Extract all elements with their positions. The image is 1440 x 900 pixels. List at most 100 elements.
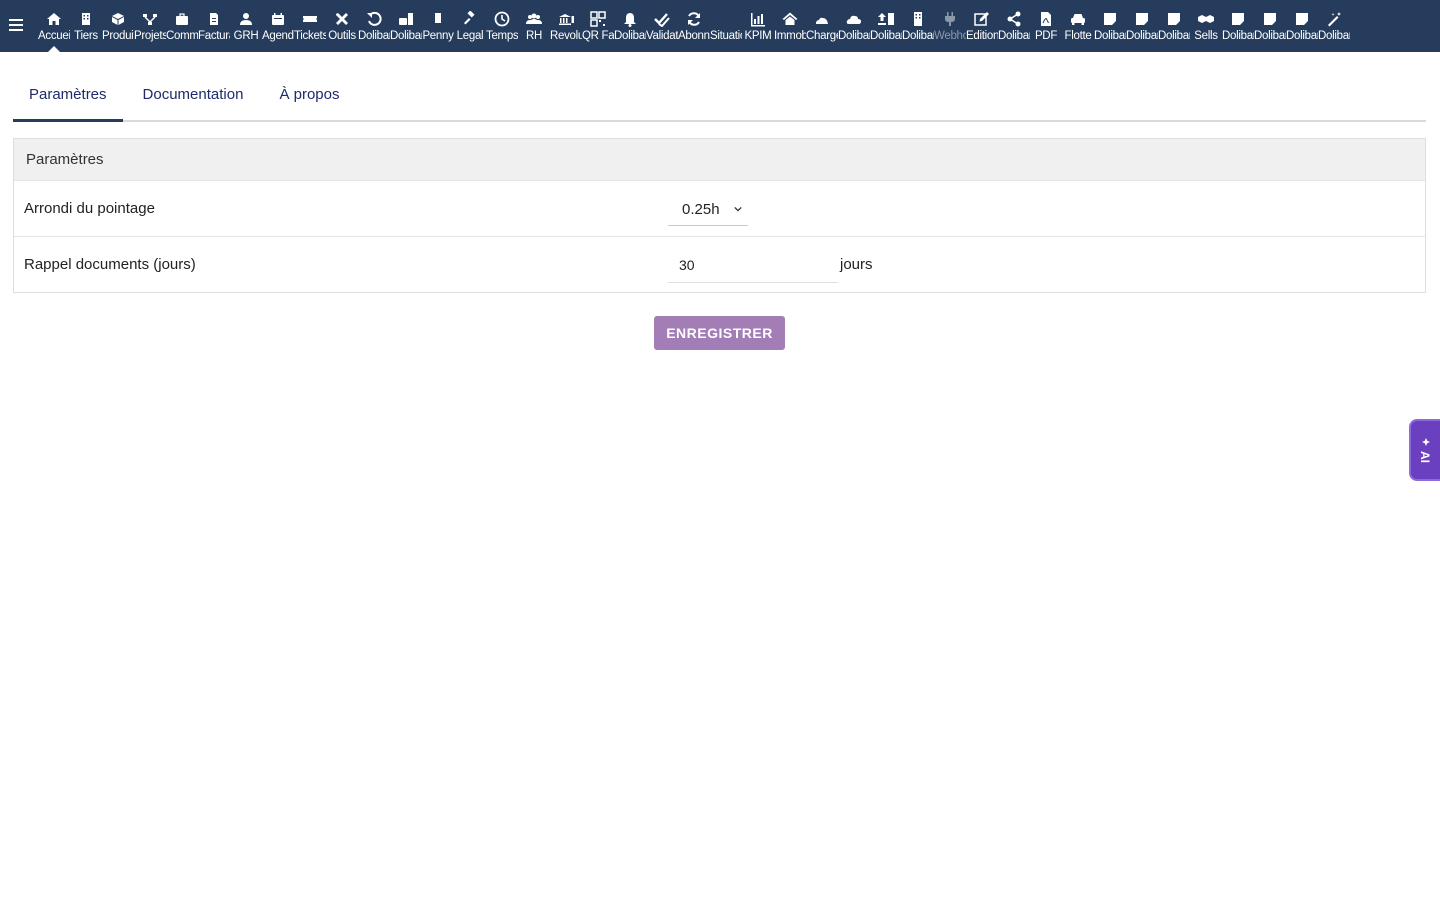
plug-icon [942, 0, 958, 30]
menu-item[interactable]: Dolibarr [998, 0, 1030, 52]
menu-item-label: Dolibarr [1318, 30, 1350, 42]
menu-item[interactable]: Immobilier [774, 0, 806, 52]
tab-bar: Paramètres Documentation À propos [13, 70, 1426, 122]
menu-item[interactable]: Revolut [550, 0, 582, 52]
menu-item[interactable]: Legal [454, 0, 486, 52]
users-icon [526, 0, 542, 30]
menu-item-label: RH [525, 30, 542, 42]
menu-item[interactable]: GRH [230, 0, 262, 52]
menu-item[interactable]: Dolibarr [1126, 0, 1158, 52]
menu-item-label: Dolibarr [614, 30, 646, 42]
menu-item[interactable]: Dolibarr [838, 0, 870, 52]
menu-item-label: Penny [422, 30, 454, 42]
menu-item-label: Agenda [262, 30, 294, 42]
menu-item[interactable]: Abonnements [678, 0, 710, 52]
menu-item-label: Temps [486, 30, 518, 42]
menu-item[interactable]: Situations [710, 0, 742, 52]
chevron-down-icon [734, 206, 742, 212]
share-icon [1006, 0, 1022, 30]
menu-item-label: Facturation [198, 30, 230, 42]
save-button[interactable]: ENREGISTRER [654, 316, 785, 350]
menu-item[interactable]: Dolibarr [902, 0, 934, 52]
invoice-icon [206, 0, 222, 30]
reminder-days-input[interactable] [668, 247, 838, 283]
handshake-icon [1198, 0, 1214, 30]
menu-item-label: Charges [806, 30, 838, 42]
menu-item[interactable]: Flotte [1062, 0, 1094, 52]
ai-assistant-tab[interactable]: AI [1409, 419, 1440, 481]
menu-item[interactable]: Facturation [198, 0, 230, 52]
home-icon [46, 0, 62, 30]
note-icon [1262, 0, 1278, 30]
note-icon [1230, 0, 1246, 30]
settings-panel: Paramètres Arrondi du pointage 0.25h Rap… [13, 138, 1426, 293]
menu-item-label: PDF [1034, 30, 1058, 42]
sync-icon [686, 0, 702, 30]
cloud-low-icon [814, 0, 830, 30]
menu-item[interactable]: Tiers [70, 0, 102, 52]
menu-item[interactable]: Penny [422, 0, 454, 52]
menu-item[interactable]: Dolibarr [1094, 0, 1126, 52]
menu-item-label: Dolibarr [1222, 30, 1254, 42]
menu-item-label: Dolibarr [1286, 30, 1318, 42]
office-building-icon [910, 0, 926, 30]
menu-item[interactable]: Dolibarr [1318, 0, 1350, 52]
menu-item[interactable]: Charges [806, 0, 838, 52]
menu-item[interactable]: Sells [1190, 0, 1222, 52]
check-double-icon [654, 0, 670, 30]
menu-item-label: Commercial [166, 30, 198, 42]
tab-documentation[interactable]: Documentation [127, 70, 260, 120]
menu-item-label: Accueil [38, 30, 70, 42]
menu-item[interactable]: Edition [966, 0, 998, 52]
menu-item[interactable]: Outils [326, 0, 358, 52]
menu-item[interactable]: Tickets [294, 0, 326, 52]
menu-item[interactable]: Webhooks [934, 0, 966, 52]
menu-item[interactable]: Dolibarr [358, 0, 390, 52]
ai-label: AI [1418, 451, 1432, 463]
briefcase-doc-icon [398, 0, 414, 30]
menu-item[interactable]: RH [518, 0, 550, 52]
menu-item[interactable]: Dolibarr [614, 0, 646, 52]
top-menu-items: Accueil Tiers ProduitsProjetsCommercialFac… [38, 0, 1350, 52]
qrcode-icon [590, 0, 606, 30]
note-icon [1134, 0, 1150, 30]
settings-row-reminder: Rappel documents (jours) jours [14, 236, 1425, 292]
menu-item[interactable]: Accueil [38, 0, 70, 52]
tab-a-propos[interactable]: À propos [263, 70, 355, 120]
upload-icon [878, 0, 894, 30]
rounding-select[interactable]: 0.25h [668, 193, 748, 226]
menu-item-label: Dolibarr [1158, 30, 1190, 42]
menu-item[interactable]: Dolibarr [1158, 0, 1190, 52]
calendar-icon [270, 0, 286, 30]
menu-item-label: Dolibarr [390, 30, 422, 42]
menu-item-label: Dolibarr [838, 30, 870, 42]
menu-item[interactable]: Dolibarr [1222, 0, 1254, 52]
menu-item-label: Outils [328, 30, 356, 42]
menu-item[interactable]: Dolibarr [390, 0, 422, 52]
menu-item[interactable]: PDF [1030, 0, 1062, 52]
menu-item-label: Sells [1194, 30, 1218, 42]
menu-item[interactable]: Dolibarr [1254, 0, 1286, 52]
menu-item[interactable]: Agenda [262, 0, 294, 52]
menu-item[interactable]: Temps [486, 0, 518, 52]
menu-item-label: Edition [966, 30, 998, 42]
menu-item[interactable]: KPIM [742, 0, 774, 52]
hamburger-menu-icon[interactable] [8, 16, 26, 36]
tab-parametres[interactable]: Paramètres [13, 70, 123, 122]
menu-item-label: Dolibarr [1094, 30, 1126, 42]
menu-item[interactable]: QR Facture [582, 0, 614, 52]
menu-item[interactable]: Dolibarr [1286, 0, 1318, 52]
menu-item-label: Tickets [294, 30, 326, 42]
menu-item[interactable]: Dolibarr [870, 0, 902, 52]
sparkle-icon [1422, 438, 1430, 446]
tools-icon [334, 0, 350, 30]
menu-item[interactable]: Commercial [166, 0, 198, 52]
gavel-icon [462, 0, 478, 30]
menu-item-label: Abonnements [678, 30, 710, 42]
menu-item[interactable]: Projets [134, 0, 166, 52]
edit-icon [974, 0, 990, 30]
bell-icon [622, 0, 638, 30]
sitemap-icon [142, 0, 158, 30]
menu-item[interactable]: Produits [102, 0, 134, 52]
menu-item[interactable]: Validation [646, 0, 678, 52]
